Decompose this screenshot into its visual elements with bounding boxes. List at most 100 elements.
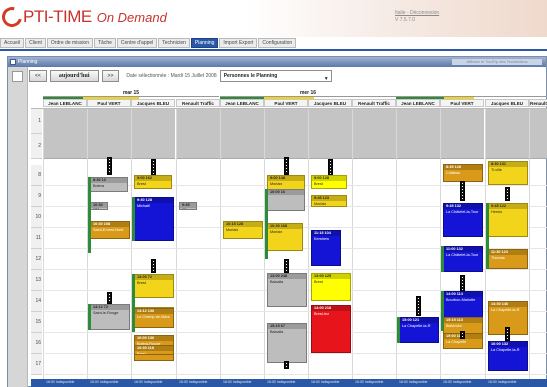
resource-header[interactable]: Renault Traffic [352, 99, 396, 107]
resource-header[interactable]: Jacques BLEU [485, 99, 529, 107]
task-block[interactable]: 11:00 132 La Châtelet-la-Tour [443, 246, 483, 272]
next-button[interactable]: >> [101, 70, 120, 82]
status-bar [486, 203, 489, 269]
task-block[interactable]: 13:00 125 Brest [311, 273, 351, 301]
task-block[interactable]: 13:00 72 Brest [134, 274, 174, 298]
travel-marker [505, 187, 510, 201]
task-block[interactable]: 11:15 104 Kerstrew [311, 230, 341, 266]
task-label: Morlaix [270, 230, 283, 234]
status-bar [397, 317, 400, 343]
tab-planning[interactable]: Planning [190, 38, 219, 48]
tab-ordre-de-mission[interactable]: Ordre de mission [46, 38, 93, 48]
closed-period [397, 109, 440, 159]
resource-header[interactable]: Renault Traffic [176, 99, 220, 107]
task-time: 9:00 128 [312, 176, 346, 181]
prev-button[interactable]: << [29, 70, 47, 82]
hour-label: 11 [31, 228, 42, 249]
task-time: 9:00 148 [268, 176, 304, 181]
task-time: 8:30 10 [91, 178, 127, 183]
task-block[interactable]: 10:30 168 Morlaix [267, 223, 303, 251]
unavailable-label: 16:00 Indisponible [443, 380, 472, 384]
travel-marker [460, 275, 465, 291]
travel-marker [107, 292, 112, 304]
task-block[interactable]: 10:00 16 [267, 189, 305, 211]
tab-accueil[interactable]: Accueil [0, 38, 25, 48]
hour-label: 16 [31, 333, 42, 354]
resource-header[interactable]: Jean LEBLANC [43, 99, 87, 107]
task-block[interactable]: 14:12 72 Saint-le-Rouge [90, 304, 130, 330]
task-block[interactable]: 10:30 174Brest [90, 202, 108, 210]
tab-technicien[interactable]: Technicien [158, 38, 190, 48]
view-select[interactable]: Personnes le Planning ▼ [219, 70, 332, 82]
tooltip-toggle[interactable]: Afficher le ToolTip des Techniciens [452, 59, 542, 65]
task-time: 10:30 108 [91, 222, 129, 227]
task-block[interactable]: 9:45 132 La Châtelet-la-Tour [443, 203, 483, 237]
task-block[interactable]: 15:00 121 La Chapelle-la-R [399, 317, 439, 343]
task-block[interactable]: 16:30 118 Brest [134, 345, 174, 355]
closed-period [221, 109, 264, 159]
planning-titlebar: Planning Afficher le ToolTip des Technic… [8, 57, 546, 67]
resource-header[interactable]: Renault T [529, 99, 547, 107]
task-block[interactable]: 10:15 128 Morlaix [223, 221, 263, 239]
logout-link[interactable]: Italie - Déconnexion [395, 10, 439, 17]
task-label: Balcalla [270, 280, 284, 284]
sidebar-checkbox[interactable] [12, 71, 23, 82]
task-time: 11:00 132 [444, 247, 482, 252]
task-label: Brest [314, 280, 323, 284]
closed-period [486, 109, 529, 159]
travel-marker [416, 296, 421, 316]
travel-marker [328, 159, 333, 175]
task-block[interactable]: 9:30 128 Michaël [134, 197, 174, 241]
status-bar [88, 304, 91, 330]
task-label: Michaël [137, 204, 151, 208]
resource-header[interactable]: Paul VERT [87, 99, 131, 107]
resource-header[interactable]: Jean LEBLANC [220, 99, 264, 107]
tab-t-che[interactable]: Tâche [94, 38, 116, 48]
unavailable-label: 16:00 Indisponible [488, 380, 517, 384]
resource-header[interactable]: Jean LEBLANC [396, 99, 440, 107]
resource-header[interactable]: Paul VERT [264, 99, 308, 107]
tab-import-export[interactable]: Import Export [219, 38, 258, 48]
task-block[interactable]: 16:00 132 La Chapelle-la-R [488, 341, 528, 371]
task-block[interactable]: 11:30 123 Thomas [488, 249, 528, 269]
closed-period [530, 109, 547, 159]
closed-period [44, 109, 87, 159]
task-label: La Châtelet-la-Tour [446, 210, 479, 214]
resource-header[interactable]: Paul VERT [440, 99, 484, 107]
task-block[interactable]: 8:45 128 Château [443, 164, 483, 182]
task-block[interactable]: 14:12 136 Le Champ-de-Mars [134, 308, 174, 328]
task-time: 10:15 128 [224, 222, 262, 227]
task-block[interactable]: 9:45 123 Morlaix [311, 195, 347, 207]
task-block[interactable]: 13:00 248 Balcalla [267, 273, 307, 307]
closed-period [132, 109, 175, 159]
task-time: 14:12 136 [135, 309, 173, 314]
task-label: Saint-le-Rouge [93, 311, 119, 315]
resource-header[interactable]: Jacques BLEU [131, 99, 175, 107]
task-label: Balvindor [446, 324, 462, 328]
closed-period [177, 109, 220, 159]
day-header: mar 15 [43, 90, 219, 97]
travel-marker [284, 259, 289, 273]
task-label: Bourbon-Marlotte [446, 298, 476, 302]
task-block[interactable]: 9:45 122 Henrio [488, 203, 528, 237]
task-label: Brest [93, 209, 102, 210]
task-block[interactable]: 10:30 108 Saint-Ernest-Nord [90, 221, 130, 239]
hour-label: 10 [31, 207, 42, 228]
task-block[interactable]: 8:30 10 Bolera [90, 177, 128, 192]
task-block[interactable]: 8:30 131 Ti-ville [488, 161, 528, 185]
resource-header[interactable]: Jacques BLEU [308, 99, 352, 107]
task-block[interactable]: 14:00 218 Brest-lez [311, 305, 351, 353]
tab-client[interactable]: Client [25, 38, 46, 48]
today-button[interactable]: aujourd'hui [49, 70, 99, 82]
task-block[interactable]: 9:00 162 Brest [134, 175, 172, 189]
task-label: Morlaix [270, 182, 283, 186]
task-block[interactable]: 15:15 67 Balcalla [267, 323, 307, 363]
task-time: 8:30 131 [489, 162, 527, 167]
tab-configuration[interactable]: Configuration [258, 38, 297, 48]
travel-marker [460, 181, 465, 201]
status-bar [265, 189, 268, 259]
task-time: 15:15 113 [444, 318, 482, 323]
tab-centre-d-appel[interactable]: Centre d'appel [116, 38, 158, 48]
task-block[interactable]: 9:00 128 Brest [311, 175, 347, 189]
task-block[interactable]: 9:45 18 [179, 202, 197, 210]
